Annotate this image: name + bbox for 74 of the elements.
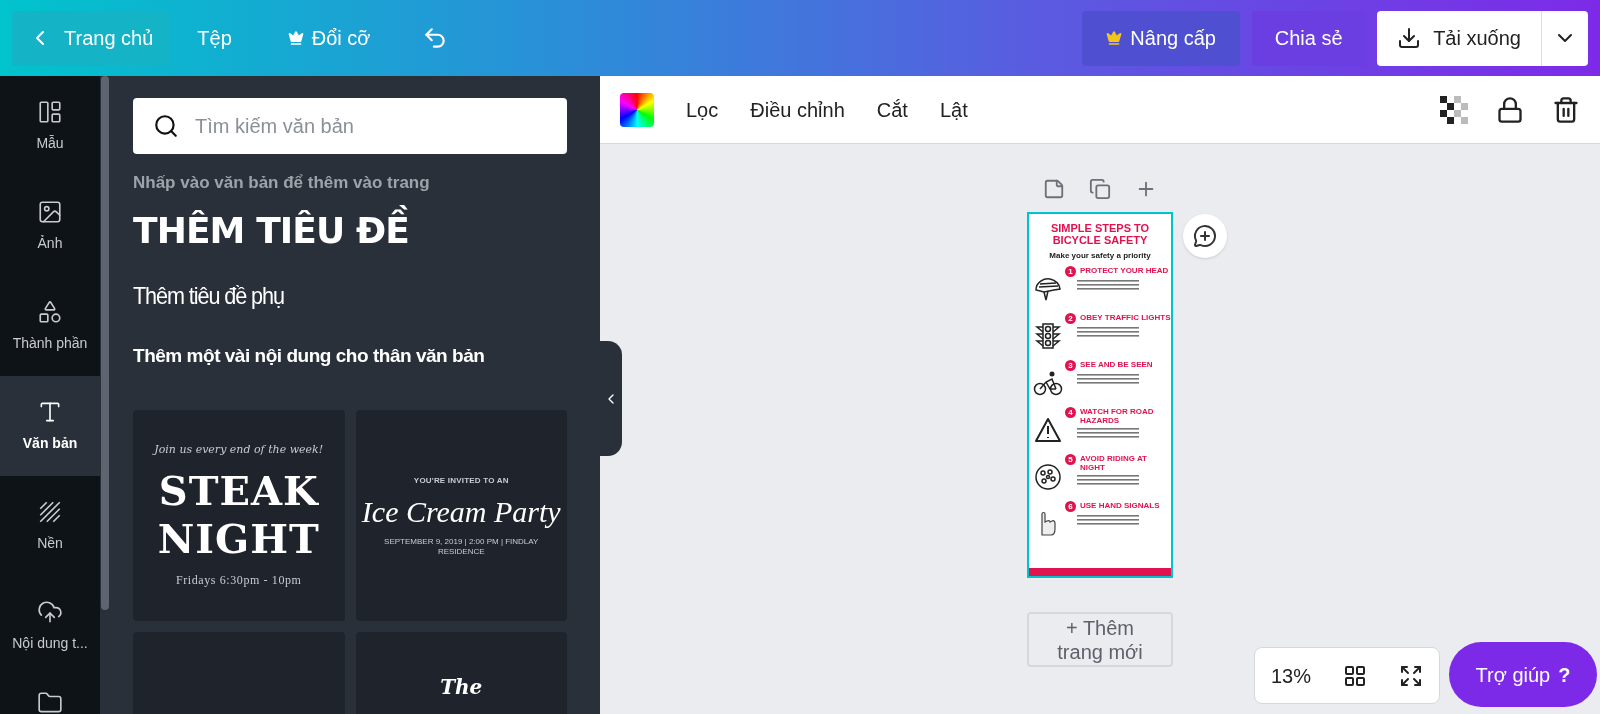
layout-icon	[37, 98, 63, 125]
hint-text: Nhấp vào văn bản để thêm vào trang	[133, 172, 431, 194]
color-swatch[interactable]	[620, 92, 654, 127]
template-card[interactable]: YOU'RE INVITED TO AN Ice Cream Party SEPTEMBER 9, 2019 | 2:00 PM | FINDLAY RESIDENCE	[355, 410, 567, 621]
fullscreen-icon[interactable]	[1399, 663, 1423, 688]
step-title: AVOID RIDING AT NIGHT	[1080, 454, 1148, 472]
crown-icon	[287, 30, 304, 46]
template-title: Ice Cream Party	[361, 494, 561, 529]
template-tagline: YOU'RE INVITED TO AN	[413, 474, 509, 487]
toolbar-button[interactable]: Lật	[939, 94, 968, 125]
step-number: 6	[1065, 501, 1076, 512]
template-subtitle: Fridays 6:30pm - 10pm	[175, 571, 302, 589]
toolbar-button[interactable]: Cắt	[876, 94, 908, 125]
template-tagline: Join us every end of the week!	[154, 442, 324, 459]
helmet-icon	[1034, 275, 1062, 302]
rail-item[interactable]: Thành phần	[0, 276, 100, 376]
step-title: PROTECT YOUR HEAD	[1080, 266, 1170, 275]
add-page-button[interactable]: + Thêm trang mới	[1027, 612, 1173, 667]
heading-text[interactable]: THÊM TIÊU ĐỀ	[133, 203, 567, 258]
toolbar-button[interactable]: Lọc	[686, 94, 719, 125]
download-icon	[1397, 26, 1422, 50]
design-subtitle: Make your safety a priority	[1049, 250, 1151, 262]
lock-icon	[1496, 95, 1524, 124]
share-button[interactable]: Chia sẻ	[1252, 10, 1366, 66]
rail-item[interactable]: Nền	[0, 476, 100, 576]
upload-icon	[37, 598, 63, 625]
template-title: STEAK NIGHT	[156, 466, 321, 563]
upgrade-button[interactable]: Nâng cấp	[1082, 10, 1241, 66]
lock-button[interactable]	[1496, 95, 1524, 124]
crown-icon	[1106, 30, 1123, 46]
cyclist-icon	[1033, 369, 1063, 396]
download-button[interactable]: Tải xuống	[1377, 10, 1541, 66]
step-number: 5	[1065, 454, 1076, 465]
step-number: 2	[1065, 313, 1076, 324]
note-icon[interactable]	[1043, 178, 1065, 200]
design-page[interactable]: SIMPLE STEPS TO BICYCLE SAFETY Make your safety a priority 1 PROTECT YOUR HEAD 2 OBEY TRAFFIC LIGHTS 3 SEE AND BE SEEN 4 WATCH FOR ROAD HAZARDS 5 AVOID RIDING AT NIGHT 6 USE HAND SIGNALS	[1027, 212, 1173, 578]
rail-item[interactable]: Ảnh	[0, 176, 100, 276]
photo-icon	[37, 198, 63, 225]
help-button[interactable]: Trợ giúp ?	[1449, 642, 1597, 707]
toolbar-button[interactable]: Điều chỉnh	[750, 94, 845, 125]
trash-icon	[1552, 95, 1580, 124]
template-card[interactable]: The	[355, 632, 567, 714]
subheading-text[interactable]: Thêm tiêu đề phụ	[133, 277, 524, 314]
warning-icon	[1034, 416, 1062, 443]
rail-item[interactable]: Nội dung t...	[0, 576, 100, 676]
comment-button[interactable]	[1183, 214, 1227, 258]
traffic-light-icon	[1034, 322, 1062, 349]
rail-item[interactable]: Văn bản	[0, 376, 100, 476]
step-number: 4	[1065, 407, 1076, 418]
folder-icon	[37, 690, 63, 714]
scrollbar-thumb[interactable]	[101, 76, 109, 610]
template-subtitle: SEPTEMBER 9, 2019 | 2:00 PM | FINDLAY RESIDENCE	[383, 536, 540, 557]
delete-button[interactable]	[1552, 95, 1580, 124]
step-title: WATCH FOR ROAD HAZARDS	[1080, 407, 1155, 425]
search-icon	[153, 113, 179, 139]
body-text[interactable]: Thêm một vài nội dung cho thân văn bản	[133, 341, 567, 370]
moon-icon	[1034, 463, 1062, 490]
collapse-tab[interactable]	[600, 341, 622, 456]
design-title: SIMPLE STEPS TO BICYCLE SAFETY	[1049, 222, 1151, 246]
duplicate-icon[interactable]	[1089, 178, 1111, 200]
step-title: SEE AND BE SEEN	[1080, 360, 1154, 369]
step-number: 3	[1065, 360, 1076, 371]
step-title: USE HAND SIGNALS	[1080, 501, 1161, 510]
template-tagline: The	[440, 674, 483, 701]
rail-item[interactable]: Mẫu	[0, 76, 100, 176]
comment-icon	[1193, 224, 1217, 248]
transparency-icon[interactable]	[1440, 95, 1468, 124]
shapes-icon	[37, 298, 63, 325]
search-field[interactable]: Tìm kiếm văn bản	[133, 98, 567, 154]
step-number: 1	[1065, 266, 1076, 277]
template-card[interactable]: Join us every end of the week! STEAK NIGHT Fridays 6:30pm - 10pm	[133, 410, 345, 621]
step-title: OBEY TRAFFIC LIGHTS	[1080, 313, 1172, 322]
grid-icon[interactable]	[1343, 663, 1367, 688]
zoom-level[interactable]: 13%	[1271, 660, 1311, 691]
